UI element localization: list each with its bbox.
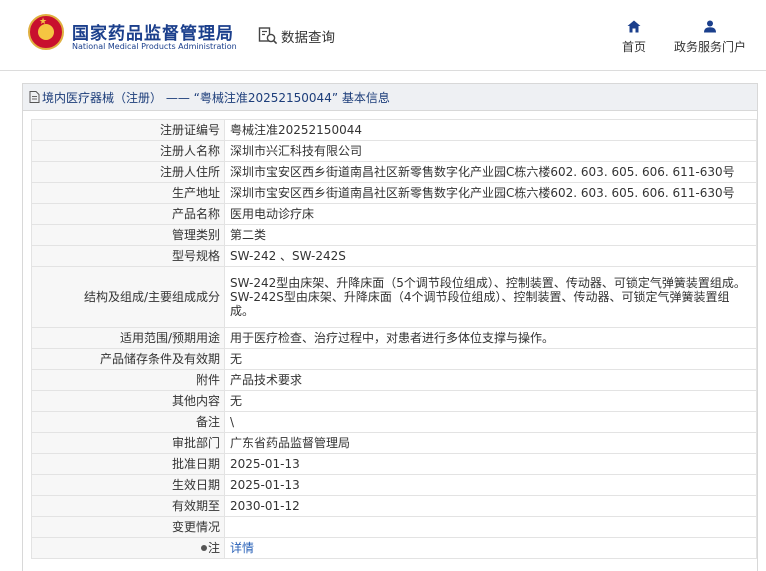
search-document-icon [258,27,278,45]
panel-title: 境内医疗器械（注册） —— “粤械注准20252150044” 基本信息 [42,90,390,105]
site-header: ★ 国家药品监督管理局 National Medical Products Ad… [0,0,766,70]
field-value: SW-242 、SW-242S [224,245,757,267]
field-label: 注册人住所 [31,161,225,183]
table-row: 产品名称 医用电动诊疗床 [31,203,757,225]
field-value: 无 [224,348,757,370]
brand-name-en[interactable]: National Medical Products Administration [72,42,237,51]
table-row: 附件 产品技术要求 [31,369,757,391]
nav-portal-label: 政务服务门户 [673,40,746,54]
table-row: 有效期至 2030-01-12 [31,495,757,517]
national-emblem-icon[interactable]: ★ [28,14,64,50]
composition-line: SW-242S型由床架、升降床面（4个调节段位组成）、控制装置、传动器、可锁定气… [230,290,730,318]
field-value [224,516,757,538]
field-value: 2025-01-13 [224,453,757,475]
table-row: 注 详情 [31,537,757,559]
table-row: 生产地址 深圳市宝安区西乡街道南昌社区新零售数字化产业园C栋六楼602. 603… [31,182,757,204]
composition-line: SW-242型由床架、升降床面（5个调节段位组成）、控制装置、传动器、可锁定气弹… [230,276,746,290]
details-link[interactable]: 详情 [230,541,254,555]
field-label: 生产地址 [31,182,225,204]
field-value: 医用电动诊疗床 [224,203,757,225]
field-label: 结构及组成/主要组成成分 [31,266,225,328]
field-label: 生效日期 [31,474,225,496]
field-label: 产品名称 [31,203,225,225]
data-query-link[interactable]: 数据查询 [258,26,335,46]
field-value: 2030-01-12 [224,495,757,517]
note-label-text: 注 [207,541,220,555]
field-label: 适用范围/预期用途 [31,327,225,349]
field-label: 有效期至 [31,495,225,517]
emblem-center [38,24,54,40]
table-row: 管理类别 第二类 [31,224,757,246]
table-row: 备注 \ [31,411,757,433]
field-label: 型号规格 [31,245,225,267]
field-label: 产品储存条件及有效期 [31,348,225,370]
table-row: 型号规格 SW-242 、SW-242S [31,245,757,267]
note-label: 注 [31,537,225,559]
data-query-label: 数据查询 [281,30,335,46]
field-value: 第二类 [224,224,757,246]
field-label: 备注 [31,411,225,433]
field-value: 深圳市兴汇科技有限公司 [224,140,757,162]
home-icon [627,20,641,33]
field-value: 粤械注准20252150044 [224,119,757,141]
field-label: 注册证编号 [31,119,225,141]
field-value: 2025-01-13 [224,474,757,496]
field-value: 无 [224,390,757,412]
field-label: 批准日期 [31,453,225,475]
table-row: 结构及组成/主要组成成分 SW-242型由床架、升降床面（5个调节段位组成）、控… [31,266,757,328]
table-row: 其他内容 无 [31,390,757,412]
field-label: 其他内容 [31,390,225,412]
detail-table: 注册证编号 粤械注准20252150044 注册人名称 深圳市兴汇科技有限公司 … [31,119,757,559]
table-row: 适用范围/预期用途 用于医疗检查、治疗过程中，对患者进行多体位支撑与操作。 [31,327,757,349]
field-value: 深圳市宝安区西乡街道南昌社区新零售数字化产业园C栋六楼602. 603. 605… [224,161,757,183]
field-label: 变更情况 [31,516,225,538]
header-divider [0,70,766,71]
document-icon [29,91,40,103]
table-row: 生效日期 2025-01-13 [31,474,757,496]
table-row: 注册人名称 深圳市兴汇科技有限公司 [31,140,757,162]
user-icon [704,20,716,33]
field-value: 深圳市宝安区西乡街道南昌社区新零售数字化产业园C栋六楼602. 603. 605… [224,182,757,204]
field-value: 详情 [224,537,757,559]
field-label: 审批部门 [31,432,225,454]
field-value: 用于医疗检查、治疗过程中，对患者进行多体位支撑与操作。 [224,327,757,349]
panel-title-bar: 境内医疗器械（注册） —— “粤械注准20252150044” 基本信息 [23,84,757,111]
nav-home-label: 首页 [621,40,646,54]
table-row: 变更情况 [31,516,757,538]
field-value: SW-242型由床架、升降床面（5个调节段位组成）、控制装置、传动器、可锁定气弹… [224,266,757,328]
pin-icon [200,544,207,551]
table-row: 审批部门 广东省药品监督管理局 [31,432,757,454]
field-label: 注册人名称 [31,140,225,162]
table-row: 批准日期 2025-01-13 [31,453,757,475]
table-row: 注册人住所 深圳市宝安区西乡街道南昌社区新零售数字化产业园C栋六楼602. 60… [31,161,757,183]
nav-portal-button[interactable]: 政务服务门户 [672,20,748,55]
field-value: 广东省药品监督管理局 [224,432,757,454]
field-label: 管理类别 [31,224,225,246]
table-row: 产品储存条件及有效期 无 [31,348,757,370]
nav-home-button[interactable]: 首页 [618,20,650,55]
brand-name-cn[interactable]: 国家药品监督管理局 [72,19,234,44]
field-label: 附件 [31,369,225,391]
detail-panel: 境内医疗器械（注册） —— “粤械注准20252150044” 基本信息 注册证… [22,83,758,571]
field-value: \ [224,411,757,433]
field-value: 产品技术要求 [224,369,757,391]
table-row: 注册证编号 粤械注准20252150044 [31,119,757,141]
